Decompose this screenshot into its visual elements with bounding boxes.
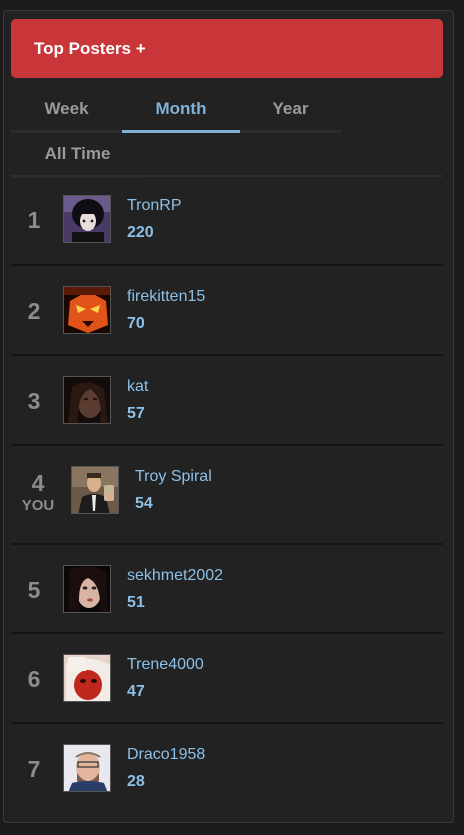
poster-score: 28 xyxy=(127,773,145,790)
tab-year-label: Year xyxy=(272,99,309,118)
tab-week-label: Week xyxy=(44,99,89,118)
tab-week[interactable]: Week xyxy=(11,88,122,133)
rank-number: 1 xyxy=(27,207,41,233)
top-posters-header[interactable]: Top Posters + xyxy=(11,19,443,78)
poster-name-link[interactable]: Draco1958 xyxy=(127,746,205,764)
tab-all-time-label: All Time xyxy=(44,144,111,163)
tab-month-label: Month xyxy=(155,99,207,118)
poster-name-link[interactable]: sekhmet2002 xyxy=(127,567,223,585)
avatar[interactable] xyxy=(63,565,111,613)
rank-number: 3 xyxy=(27,388,41,414)
avatar[interactable] xyxy=(63,195,111,243)
poster-name-link[interactable]: Trene4000 xyxy=(127,656,204,674)
poster-name-link[interactable]: kat xyxy=(127,378,148,396)
rank-number: 7 xyxy=(27,756,41,782)
tab-all-time[interactable]: All Time xyxy=(11,133,144,178)
avatar[interactable] xyxy=(63,744,111,792)
rank-number: 6 xyxy=(27,666,41,692)
tab-year[interactable]: Year xyxy=(240,88,341,133)
avatar[interactable] xyxy=(63,286,111,334)
top-posters-title: Top Posters + xyxy=(34,38,146,58)
list-item: 3 kat 57 xyxy=(11,354,443,446)
list-item: 7 Draco1958 28 xyxy=(11,722,443,819)
tab-month[interactable]: Month xyxy=(122,88,240,133)
poster-name-link[interactable]: Troy Spiral xyxy=(135,468,212,486)
rank-number: 2 xyxy=(27,298,41,324)
list-item: 1 TronRP 220 xyxy=(11,177,443,264)
poster-score: 47 xyxy=(127,683,145,700)
poster-score: 51 xyxy=(127,594,145,611)
top-posters-panel: Top Posters + Week Month Year All Time 1 xyxy=(3,10,454,823)
you-label: YOU xyxy=(21,497,55,514)
poster-name-link[interactable]: firekitten15 xyxy=(127,288,205,306)
avatar[interactable] xyxy=(63,654,111,702)
poster-score: 54 xyxy=(135,495,153,512)
list-item-current-user: 4 YOU Troy Spiral 54 xyxy=(11,444,443,545)
rank-number: 4 xyxy=(31,470,45,496)
poster-name-link[interactable]: TronRP xyxy=(127,197,182,215)
poster-score: 57 xyxy=(127,405,145,422)
avatar[interactable] xyxy=(71,466,119,514)
list-item: 6 Trene4000 47 xyxy=(11,632,443,724)
poster-score: 70 xyxy=(127,315,145,332)
list-item: 2 firekitten15 70 xyxy=(11,264,443,356)
rank-number: 5 xyxy=(27,577,41,603)
avatar[interactable] xyxy=(63,376,111,424)
list-item: 5 sekhmet2002 51 xyxy=(11,543,443,634)
poster-score: 220 xyxy=(127,224,154,241)
